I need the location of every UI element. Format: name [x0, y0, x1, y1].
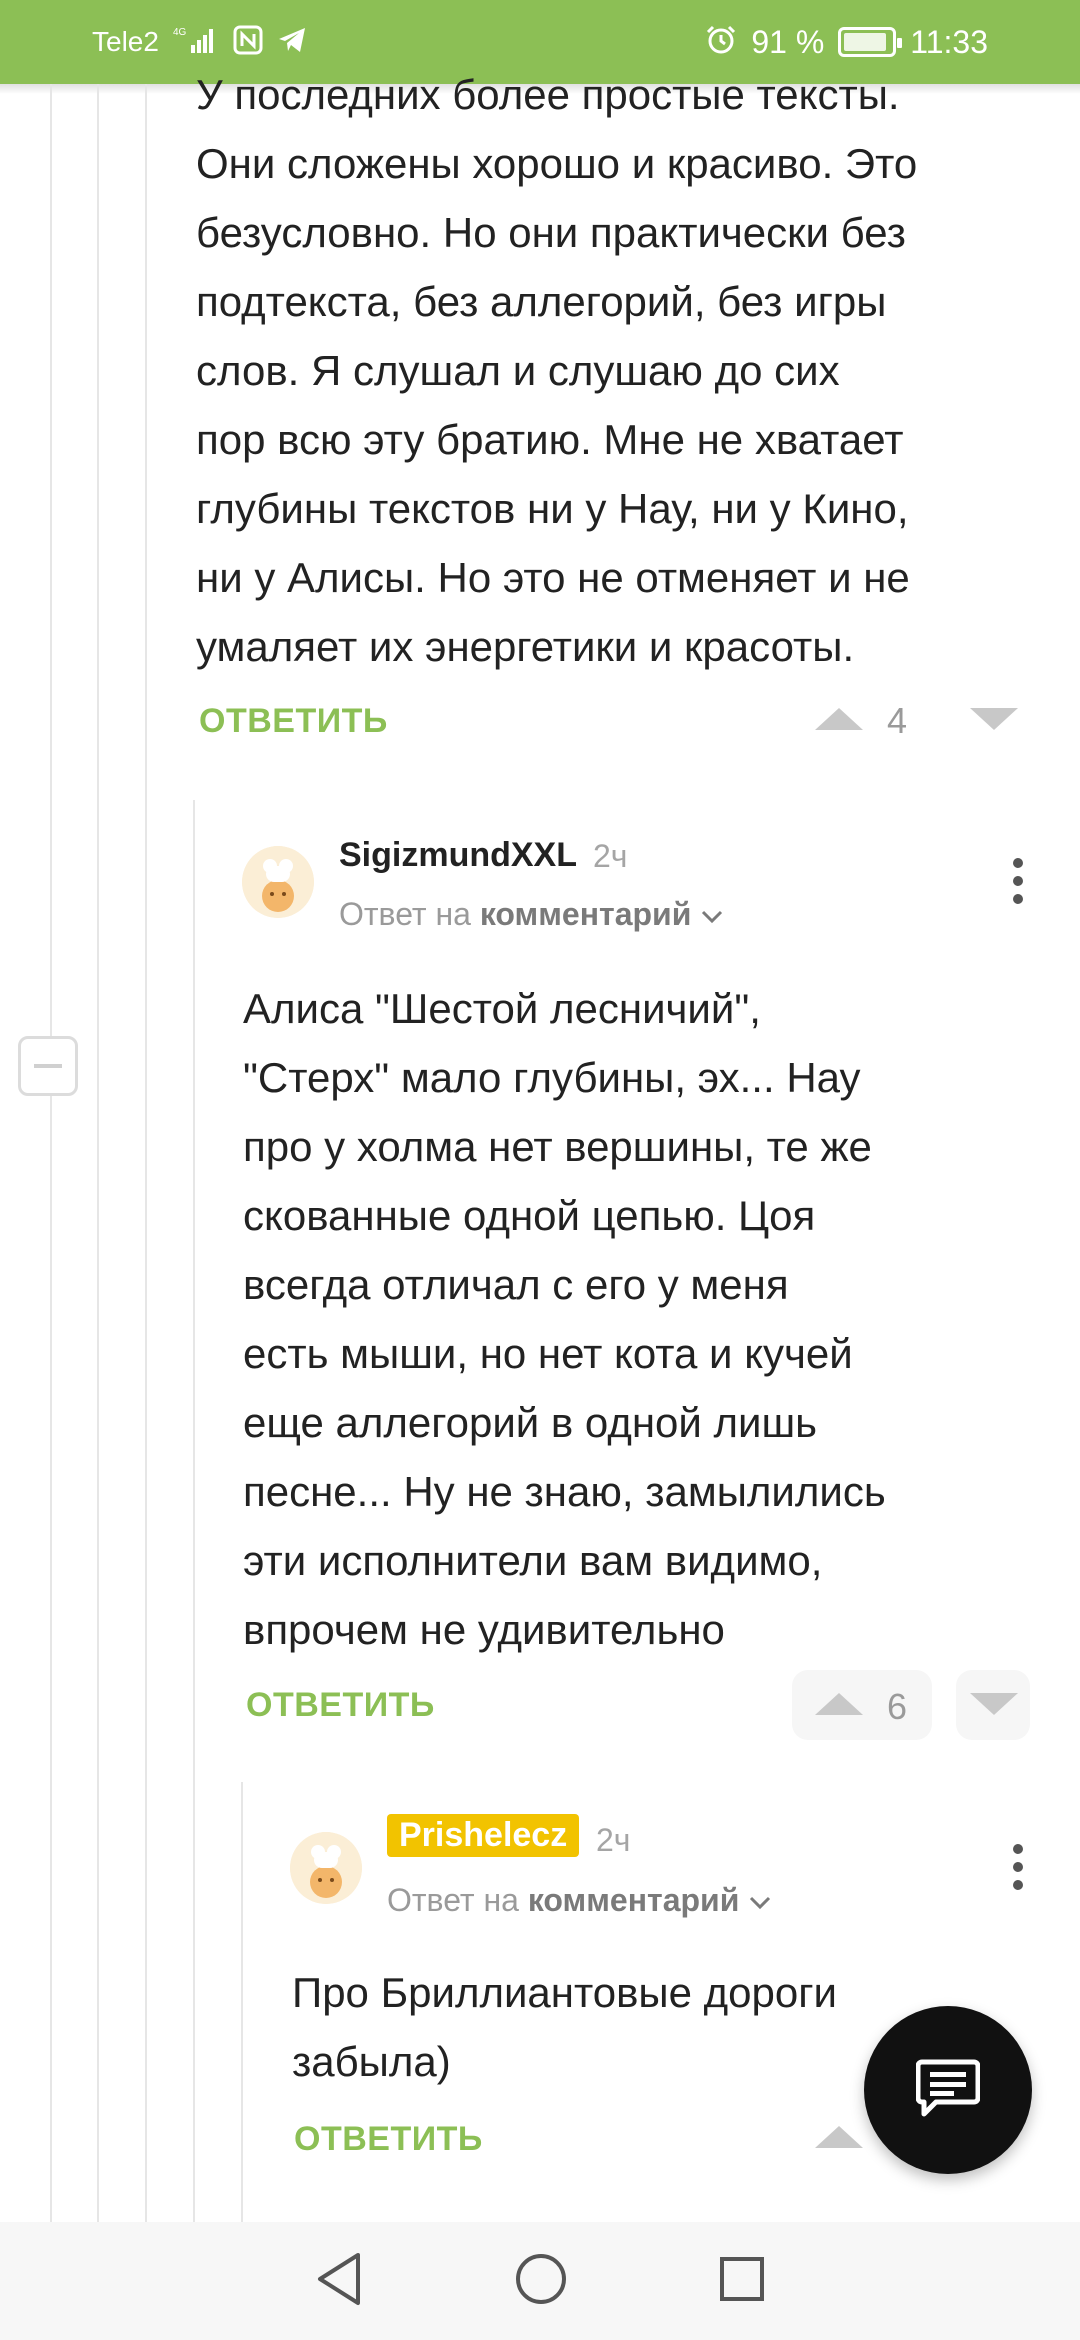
comment-author[interactable]: SigizmundXXL	[339, 836, 577, 875]
dot	[1013, 1844, 1023, 1854]
arrow-down-icon	[970, 708, 1018, 730]
arrow-up-icon	[815, 708, 863, 730]
downvote-button[interactable]	[970, 708, 1018, 730]
avatar[interactable]	[290, 1832, 362, 1904]
nfc-icon	[233, 25, 263, 60]
reply-to-prefix: Ответ на	[339, 896, 471, 932]
arrow-up-icon	[815, 2126, 863, 2148]
reply-to-link[interactable]: комментарий	[528, 1882, 740, 1918]
reply-button[interactable]: ОТВЕТИТЬ	[199, 702, 388, 741]
comment-rating: 6	[887, 1686, 908, 1727]
upvote-button[interactable]	[815, 708, 863, 730]
upvote-button[interactable]	[815, 1693, 863, 1715]
downvote-button[interactable]	[970, 1693, 1018, 1715]
dot	[1013, 876, 1023, 886]
thread-line	[97, 84, 99, 2222]
minus-icon	[34, 1064, 62, 1068]
avatar[interactable]	[242, 846, 314, 918]
reply-to-info[interactable]: Ответ на комментарий	[387, 1882, 772, 1919]
comment-rating: 4	[887, 700, 908, 741]
comment-author[interactable]: Prishelecz	[387, 1814, 580, 1857]
dot	[1013, 894, 1023, 904]
comment-time: 2ч	[596, 1822, 631, 1858]
write-comment-button[interactable]	[864, 2006, 1032, 2174]
thread-line	[193, 800, 195, 2222]
thread-line	[50, 84, 52, 2222]
dot	[1013, 858, 1023, 868]
chevron-down-icon	[748, 1882, 772, 1918]
battery-fill	[844, 33, 887, 51]
clock: 11:33	[910, 23, 988, 60]
battery-icon	[838, 27, 903, 57]
collapse-thread-button[interactable]	[18, 1036, 78, 1096]
thread-line	[145, 84, 147, 2222]
carrier-name: Tele2	[92, 26, 159, 57]
reply-to-link[interactable]: комментарий	[480, 896, 692, 932]
comment-text: У последних более простые тексты. Они сл…	[196, 71, 918, 670]
comment-icon	[915, 2058, 981, 2123]
more-options-button[interactable]	[1012, 1844, 1024, 1890]
recents-icon[interactable]	[718, 2255, 766, 2308]
dot	[1013, 1862, 1023, 1872]
arrow-up-icon	[815, 1693, 863, 1715]
network-type: 4G	[173, 27, 187, 38]
status-left: Tele2 4G	[92, 25, 307, 60]
alarm-icon	[705, 24, 737, 61]
thread-line	[241, 1782, 243, 2222]
reply-button[interactable]: ОТВЕТИТЬ	[246, 1686, 435, 1725]
status-right: 91 % 11:33	[705, 24, 988, 61]
reply-to-prefix: Ответ на	[387, 1882, 519, 1918]
system-nav-bar	[0, 2222, 1080, 2340]
signal-icon: 4G	[173, 25, 219, 60]
dot	[1013, 1880, 1023, 1890]
reply-button[interactable]: ОТВЕТИТЬ	[294, 2120, 483, 2159]
back-icon[interactable]	[314, 2251, 364, 2312]
comment-time: 2ч	[593, 838, 628, 874]
chevron-down-icon	[700, 896, 724, 932]
reply-to-info[interactable]: Ответ на комментарий	[339, 896, 724, 933]
battery-percent: 91 %	[751, 23, 825, 60]
comment-text: Алиса "Шестой лесничий", "Стерх" мало гл…	[243, 985, 886, 1653]
home-icon[interactable]	[514, 2252, 568, 2311]
telegram-icon	[277, 26, 307, 59]
upvote-button[interactable]	[815, 2126, 863, 2148]
arrow-down-icon	[970, 1693, 1018, 1715]
more-options-button[interactable]	[1012, 858, 1024, 904]
